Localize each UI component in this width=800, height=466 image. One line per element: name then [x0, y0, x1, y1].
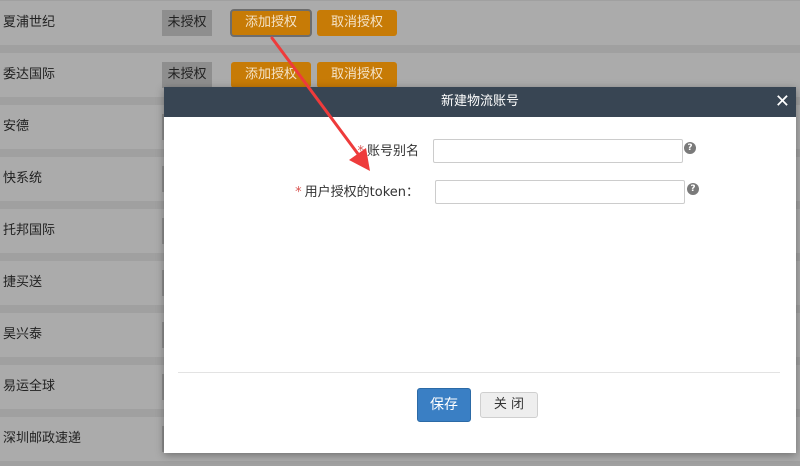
account-alias-row: * 账号别名 ?: [164, 139, 796, 165]
carrier-name: 夏浦世纪: [3, 15, 56, 30]
carrier-name: 深圳邮政速递: [3, 431, 82, 446]
cancel-authorization-button[interactable]: 取消授权: [317, 62, 398, 88]
help-icon[interactable]: ?: [684, 142, 696, 154]
dialog-header: 新建物流账号 ✕: [164, 87, 796, 117]
auth-status-badge: 未授权: [162, 10, 212, 36]
account-alias-input[interactable]: [433, 139, 683, 163]
add-authorization-button[interactable]: 添加授权: [229, 9, 313, 37]
add-authorization-button[interactable]: 添加授权: [231, 62, 312, 88]
carrier-name: 昊兴泰: [3, 327, 43, 342]
carrier-name: 捷买送: [3, 275, 43, 290]
new-logistics-account-dialog: 新建物流账号 ✕ * 账号别名 ? * 用户授权的token： ? 保存 关 闭: [164, 87, 796, 453]
dialog-divider: [178, 372, 780, 373]
help-icon[interactable]: ?: [687, 183, 699, 195]
carrier-name: 托邦国际: [3, 223, 56, 238]
auth-status-badge: 未授权: [162, 62, 212, 88]
carrier-name: 快系统: [3, 171, 43, 186]
dialog-title: 新建物流账号: [440, 94, 519, 109]
close-button[interactable]: 关 闭: [480, 392, 538, 418]
cancel-authorization-button[interactable]: 取消授权: [317, 10, 398, 36]
auth-token-row: * 用户授权的token： ?: [164, 180, 796, 206]
close-icon[interactable]: ✕: [775, 87, 790, 117]
save-button[interactable]: 保存: [417, 388, 471, 422]
carrier-row: 夏浦世纪 未授权 添加授权 取消授权: [0, 1, 800, 45]
carrier-name: 委达国际: [3, 67, 56, 82]
auth-token-label: * 用户授权的token：: [295, 185, 419, 200]
carrier-name: 安德: [3, 119, 30, 134]
carrier-name: 易运全球: [3, 379, 56, 394]
required-mark: *: [295, 185, 302, 200]
required-mark: *: [357, 144, 364, 159]
account-alias-label: * 账号别名: [357, 144, 419, 159]
auth-token-input[interactable]: [435, 180, 685, 204]
